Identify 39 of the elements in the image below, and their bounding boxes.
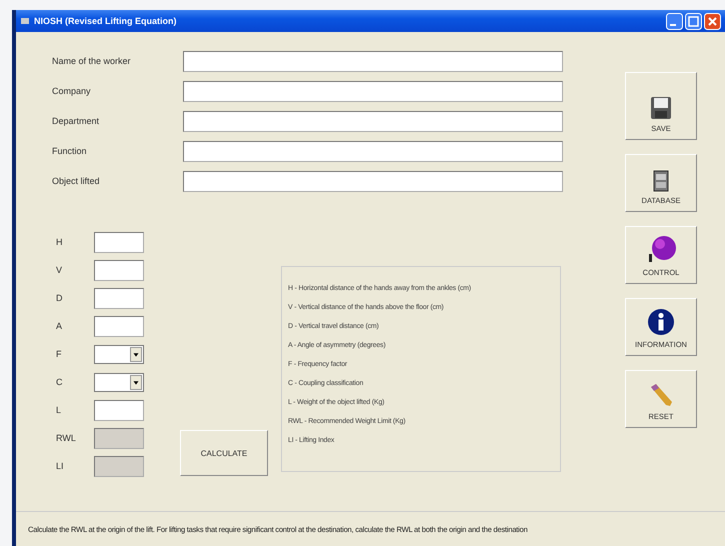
parameter-label: LI xyxy=(55,461,65,471)
parameter-label: L xyxy=(55,405,62,415)
field-label: Company xyxy=(52,86,92,96)
caret-icon[interactable] xyxy=(130,374,142,390)
parameter-field[interactable] xyxy=(94,288,144,308)
field-label: Department xyxy=(52,116,100,126)
result-field[interactable] xyxy=(94,428,144,448)
parameter-field[interactable] xyxy=(94,316,144,336)
parameter-field[interactable] xyxy=(94,260,144,280)
text-field[interactable] xyxy=(183,170,563,192)
text-field[interactable] xyxy=(183,50,563,72)
calculate-button[interactable]: CALCULATE xyxy=(180,430,268,476)
parameter-field[interactable] xyxy=(94,232,144,252)
field-label: Name of the worker xyxy=(52,56,132,66)
info-icon xyxy=(647,308,675,336)
app-icon xyxy=(20,16,30,26)
minimize-icon[interactable] xyxy=(666,12,683,30)
cabinet-icon xyxy=(653,170,669,192)
eraser-pencil-icon xyxy=(648,382,674,408)
text-field[interactable] xyxy=(183,80,563,102)
parameter-label: RWL xyxy=(55,433,77,443)
text-field[interactable] xyxy=(183,110,563,132)
window-title: NIOSH (Revised Lifting Equation) xyxy=(33,16,178,26)
parameter-label: D xyxy=(55,293,64,303)
parameter-label: F xyxy=(55,349,62,359)
parameter-field[interactable] xyxy=(94,400,144,420)
parameter-label: A xyxy=(55,321,64,331)
field-label: Object lifted xyxy=(52,176,101,186)
parameter-label: C xyxy=(55,377,64,387)
close-icon[interactable] xyxy=(704,12,721,30)
maximize-icon[interactable] xyxy=(685,12,702,30)
text-field[interactable] xyxy=(183,140,563,162)
parameter-dropdown[interactable] xyxy=(94,344,144,364)
parameter-label: V xyxy=(55,265,64,275)
parameter-label: H xyxy=(55,237,64,247)
caret-icon[interactable] xyxy=(130,346,142,362)
field-label: Function xyxy=(52,146,88,156)
parameter-dropdown[interactable] xyxy=(94,372,144,392)
result-field[interactable] xyxy=(94,456,144,476)
